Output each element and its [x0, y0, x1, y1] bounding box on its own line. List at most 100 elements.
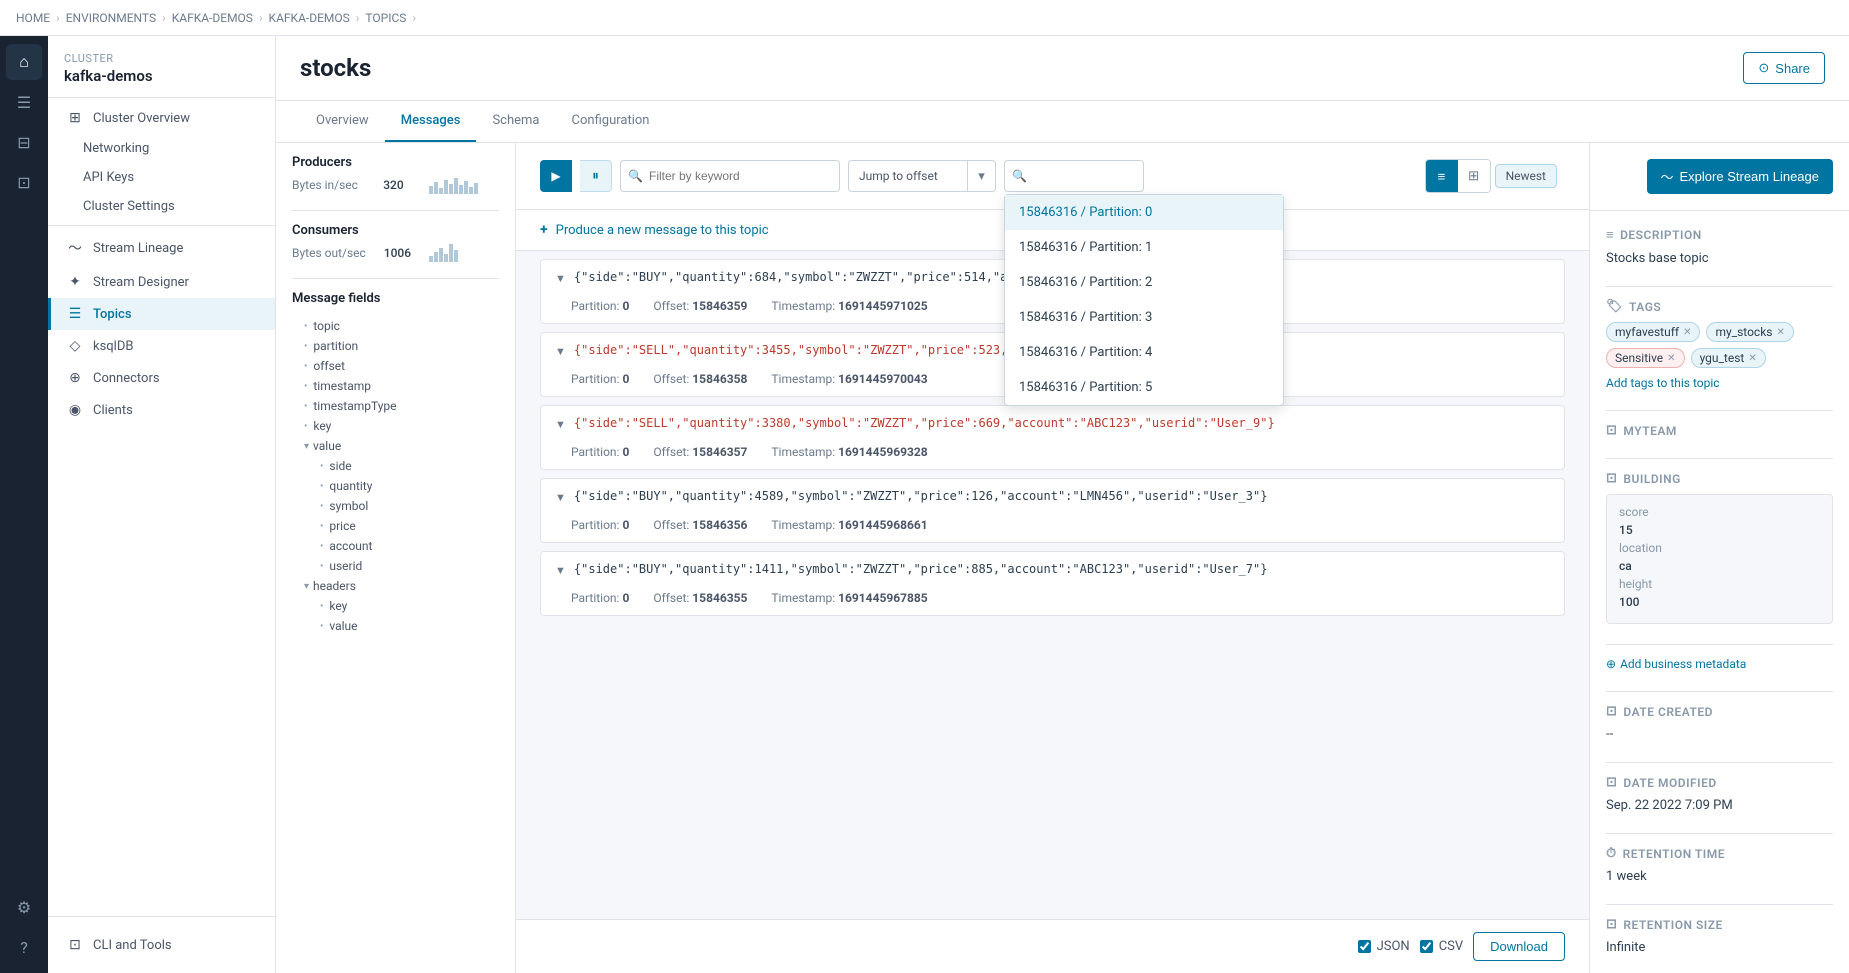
msg0-partition: Partition: 0: [571, 299, 629, 313]
producers-bytes-row: Bytes in/sec 320: [292, 176, 499, 194]
tab-messages[interactable]: Messages: [385, 101, 477, 142]
breadcrumb: HOME › ENVIRONMENTS › KAFKA-DEMOS › KAFK…: [0, 0, 1849, 36]
help-icon-btn[interactable]: ?: [6, 929, 42, 965]
connectors-icon: ⊕: [67, 370, 83, 386]
cluster-overview-icon: ⊞: [67, 110, 83, 126]
play-button[interactable]: ▶: [540, 160, 572, 192]
newest-badge: Newest: [1495, 164, 1557, 188]
jump-to-select[interactable]: Jump to offset: [848, 160, 968, 192]
message-content-4: {"side":"BUY","quantity":1411,"symbol":"…: [574, 562, 1550, 576]
tag-my-stocks-remove[interactable]: ✕: [1777, 327, 1785, 338]
breadcrumb-kafka-demos-1[interactable]: KAFKA-DEMOS: [172, 11, 253, 25]
json-checkbox[interactable]: [1358, 940, 1371, 953]
offset-dropdown-item-2[interactable]: 15846316 / Partition: 2: [1005, 265, 1283, 300]
home-icon-btn[interactable]: ⌂: [6, 44, 42, 80]
consumers-bytes-row: Bytes out/sec 1006: [292, 244, 499, 262]
tab-overview[interactable]: Overview: [300, 101, 385, 142]
sidebar-item-stream-designer-label: Stream Designer: [93, 275, 189, 290]
list-view-button[interactable]: ≡: [1426, 160, 1458, 192]
message-meta-2: Partition: 0 Offset: 15846357 Timestamp:…: [541, 441, 1564, 469]
share-button[interactable]: ⊙ Share: [1743, 52, 1825, 84]
download-button[interactable]: Download: [1473, 932, 1565, 961]
sidebar-item-api-keys[interactable]: API Keys: [48, 163, 275, 192]
messages-toolbar: ▶ ⏸ 🔍 Jump to offset ▾ 🔍 1584: [516, 143, 1589, 210]
sidebar-item-cluster-settings[interactable]: Cluster Settings: [48, 192, 275, 221]
sidebar-item-ksqldb[interactable]: ◇ ksqlDB: [48, 330, 275, 362]
value-subfields: side quantity symbol price: [308, 456, 500, 576]
tab-schema[interactable]: Schema: [476, 101, 555, 142]
sidebar-item-stream-designer[interactable]: ✦ Stream Designer: [48, 266, 275, 298]
building-location-label: location: [1619, 541, 1662, 555]
building-title: ⊡ building: [1606, 471, 1833, 486]
offset-dropdown-item-5[interactable]: 15846316 / Partition: 5: [1005, 370, 1283, 405]
message-header-2[interactable]: ▼ {"side":"SELL","quantity":3380,"symbol…: [541, 406, 1564, 441]
divider-owner-building: [1606, 458, 1833, 459]
divider-building-meta: [1606, 644, 1833, 645]
msg1-timestamp: Timestamp: 1691445970043: [771, 372, 927, 386]
cluster-label: Cluster: [64, 52, 259, 65]
tag-ygu-test-remove[interactable]: ✕: [1748, 353, 1756, 364]
message-chevron-3: ▼: [555, 491, 566, 504]
message-card-4: ▼ {"side":"BUY","quantity":1411,"symbol"…: [540, 551, 1565, 616]
sidebar-item-cli-tools[interactable]: ⊡ CLI and Tools: [64, 929, 259, 961]
content-body: Producers Bytes in/sec 320: [276, 143, 1849, 973]
retention-time-icon: ⏱: [1606, 846, 1617, 861]
explore-stream-lineage-button[interactable]: 〜 Explore Stream Lineage: [1647, 159, 1834, 194]
grid-view-button[interactable]: ⊞: [1458, 160, 1490, 192]
offset-input[interactable]: 15846316: [1004, 160, 1144, 192]
offset-dropdown-item-4[interactable]: 15846316 / Partition: 4: [1005, 335, 1283, 370]
pause-button[interactable]: ⏸: [580, 160, 612, 192]
tag-myfavestuff-remove[interactable]: ✕: [1683, 327, 1691, 338]
sidebar-item-cluster-overview[interactable]: ⊞ Cluster Overview: [48, 102, 275, 134]
sidebar-item-networking-label: Networking: [83, 141, 149, 156]
field-offset: offset: [292, 356, 500, 376]
offset-dropdown-item-1[interactable]: 15846316 / Partition: 1: [1005, 230, 1283, 265]
json-checkbox-wrap: JSON: [1358, 939, 1410, 954]
sidebar-item-clients[interactable]: ◉ Clients: [48, 394, 275, 426]
breadcrumb-kafka-demos-2[interactable]: KAFKA-DEMOS: [269, 11, 350, 25]
nav-sidebar: Cluster kafka-demos ⊞ Cluster Overview N…: [48, 36, 276, 973]
retention-time-section: ⏱ Retention time 1 week: [1606, 846, 1833, 884]
tabs-bar: Overview Messages Schema Configuration: [276, 101, 1849, 143]
message-meta-4: Partition: 0 Offset: 15846355 Timestamp:…: [541, 587, 1564, 615]
sidebar-item-topics[interactable]: ☰ Topics: [48, 298, 275, 330]
message-header-4[interactable]: ▼ {"side":"BUY","quantity":1411,"symbol"…: [541, 552, 1564, 587]
sidebar-item-api-keys-label: API Keys: [83, 170, 134, 185]
tags-section: 🏷 Tags myfavestuff ✕ my_stocks ✕: [1606, 299, 1833, 390]
sidebar-item-connectors[interactable]: ⊕ Connectors: [48, 362, 275, 394]
stream-lineage-icon: 〜: [67, 238, 83, 258]
tag-icon-btn[interactable]: ⊡: [6, 164, 42, 200]
consumers-bytes-value: 1006: [384, 246, 411, 260]
add-tags-link[interactable]: Add tags to this topic: [1606, 376, 1833, 390]
retention-size-value: Infinite: [1606, 940, 1833, 955]
headers-group-header[interactable]: headers: [300, 576, 500, 596]
sidebar-item-cluster-overview-label: Cluster Overview: [93, 111, 190, 126]
value-group-header[interactable]: value: [300, 436, 500, 456]
retention-time-title: ⏱ Retention time: [1606, 846, 1833, 861]
retention-size-title: ⊡ Retention size: [1606, 917, 1833, 932]
tag-sensitive-remove[interactable]: ✕: [1667, 353, 1675, 364]
breadcrumb-environments[interactable]: ENVIRONMENTS: [66, 11, 156, 25]
jump-to-arrow[interactable]: ▾: [968, 160, 996, 192]
add-meta-link[interactable]: ⊕ Add business metadata: [1606, 657, 1833, 671]
building-score-value: 15: [1619, 523, 1633, 537]
cli-tools-section: ⊡ CLI and Tools: [48, 916, 275, 973]
tab-configuration[interactable]: Configuration: [556, 101, 666, 142]
offset-dropdown-item-0[interactable]: 15846316 / Partition: 0: [1005, 195, 1283, 230]
stream-designer-icon: ✦: [67, 274, 83, 290]
breadcrumb-home[interactable]: HOME: [16, 11, 50, 25]
date-created-value: --: [1606, 727, 1833, 742]
sidebar-item-stream-lineage[interactable]: 〜 Stream Lineage: [48, 230, 275, 266]
list-icon-btn[interactable]: ☰: [6, 84, 42, 120]
csv-checkbox[interactable]: [1420, 940, 1433, 953]
share-icon: ⊙: [1758, 60, 1769, 76]
bookmark-icon-btn[interactable]: ⊟: [6, 124, 42, 160]
sidebar-item-networking[interactable]: Networking: [48, 134, 275, 163]
filter-input[interactable]: [620, 160, 840, 192]
offset-dropdown-item-3[interactable]: 15846316 / Partition: 3: [1005, 300, 1283, 335]
retention-size-icon: ⊡: [1606, 917, 1617, 932]
consumers-mini-chart: [429, 244, 499, 262]
owner-section: ⊡ myteam: [1606, 423, 1833, 438]
message-header-3[interactable]: ▼ {"side":"BUY","quantity":4589,"symbol"…: [541, 479, 1564, 514]
settings-icon-btn[interactable]: ⚙: [6, 889, 42, 925]
